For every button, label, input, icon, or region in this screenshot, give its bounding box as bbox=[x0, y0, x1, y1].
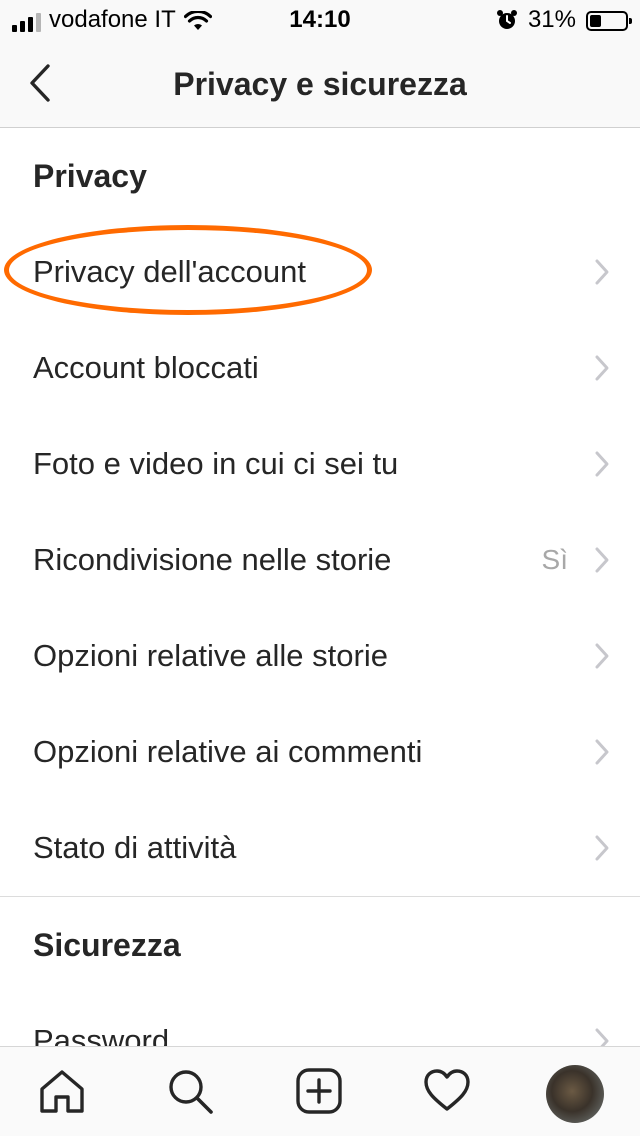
settings-row-label: Stato di attività bbox=[33, 830, 237, 865]
settings-row[interactable]: Opzioni relative ai commenti bbox=[0, 704, 640, 800]
chevron-right-icon bbox=[595, 835, 609, 861]
chevron-right-icon bbox=[595, 643, 609, 669]
settings-row-label: Account bloccati bbox=[33, 350, 259, 385]
settings-row-label: Foto e video in cui ci sei tu bbox=[33, 446, 399, 481]
chevron-right-icon bbox=[595, 739, 609, 765]
settings-list: Privacy Privacy dell'account Account blocc… bbox=[0, 128, 640, 1046]
settings-row-label: Password bbox=[33, 1023, 170, 1046]
settings-row[interactable]: Password bbox=[0, 993, 640, 1046]
settings-row-label: Opzioni relative ai commenti bbox=[33, 734, 423, 769]
section-header: Sicurezza bbox=[33, 927, 181, 963]
alarm-clock-icon bbox=[496, 10, 517, 29]
settings-row[interactable]: Privacy dell'account bbox=[0, 224, 640, 320]
settings-row[interactable]: Foto e video in cui ci sei tu bbox=[0, 416, 640, 512]
chevron-right-icon bbox=[595, 547, 609, 573]
chevron-right-icon bbox=[595, 259, 609, 285]
add-post-icon[interactable] bbox=[295, 1067, 343, 1115]
tab-bar bbox=[0, 1046, 640, 1136]
status-bar: vodafone IT 14:10 31% bbox=[0, 0, 640, 40]
section-header: Privacy bbox=[33, 158, 147, 194]
settings-row[interactable]: Opzioni relative alle storie bbox=[0, 608, 640, 704]
chevron-right-icon bbox=[595, 355, 609, 381]
settings-row-label: Ricondivisione nelle storie bbox=[33, 542, 392, 577]
home-icon[interactable] bbox=[38, 1067, 86, 1115]
settings-row[interactable]: Stato di attività bbox=[0, 800, 640, 896]
activity-heart-icon[interactable] bbox=[423, 1067, 471, 1115]
search-icon[interactable] bbox=[166, 1067, 214, 1115]
settings-row-value: Sì bbox=[541, 544, 568, 575]
battery-percentage: 31% bbox=[527, 6, 576, 33]
settings-row-label: Opzioni relative alle storie bbox=[33, 638, 388, 673]
chevron-right-icon bbox=[595, 1028, 609, 1046]
page-title: Privacy e sicurezza bbox=[173, 66, 467, 102]
battery-icon bbox=[586, 11, 632, 31]
settings-row[interactable]: Account bloccati bbox=[0, 320, 640, 416]
settings-row-label: Privacy dell'account bbox=[33, 254, 306, 289]
chevron-right-icon bbox=[595, 451, 609, 477]
battery-level bbox=[590, 15, 601, 27]
navigation-bar: Privacy e sicurezza bbox=[0, 40, 640, 128]
profile-avatar[interactable] bbox=[546, 1065, 604, 1123]
settings-row[interactable]: Ricondivisione nelle storie Sì bbox=[0, 512, 640, 608]
